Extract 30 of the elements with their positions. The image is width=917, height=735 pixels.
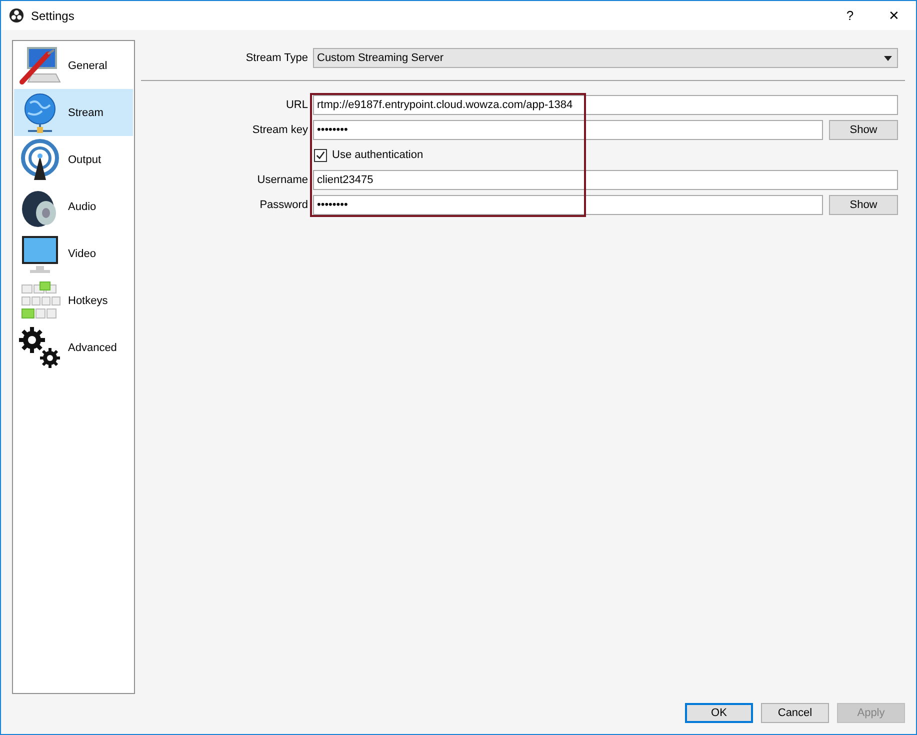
input-field[interactable]: •••••••• xyxy=(313,195,823,215)
sidebar-item[interactable]: Video xyxy=(14,230,133,277)
sidebar-item[interactable]: Output xyxy=(14,136,133,183)
field-label: Stream key xyxy=(251,124,309,136)
checkbox[interactable] xyxy=(314,148,327,162)
field-label: Username xyxy=(256,174,309,186)
caret-icon xyxy=(884,56,892,60)
broadcast-antenna-icon xyxy=(18,138,62,182)
help-button[interactable]: ? xyxy=(828,1,872,30)
app-logo-icon xyxy=(9,8,24,23)
field-label: URL xyxy=(284,99,309,111)
input-field[interactable]: •••••••• xyxy=(313,120,823,140)
sidebar-item[interactable]: Advanced xyxy=(14,324,133,371)
sidebar-item[interactable]: General xyxy=(14,42,133,89)
input-field[interactable]: rtmp://e9187f.entrypoint.cloud.wowza.com/app-1384 xyxy=(313,95,898,115)
window-title: Settings xyxy=(31,8,74,22)
field-label: Stream Type xyxy=(244,52,308,64)
field-label: Password xyxy=(258,199,309,211)
show-button[interactable]: Show xyxy=(829,120,898,140)
close-button[interactable]: ✕ xyxy=(872,1,916,30)
checkbox-label: Use authentication xyxy=(332,149,424,161)
input-field[interactable]: client23475 xyxy=(313,170,898,190)
sidebar-item[interactable]: Hotkeys xyxy=(14,277,133,324)
dialog-button[interactable]: OK xyxy=(685,703,753,723)
show-button[interactable]: Show xyxy=(829,195,898,215)
dialog-button[interactable]: Cancel xyxy=(761,703,829,723)
gears-icon xyxy=(18,326,62,370)
sidebar-item[interactable]: Audio xyxy=(14,183,133,230)
stream-type-dropdown[interactable]: Custom Streaming Server xyxy=(313,48,898,68)
sidebar-item[interactable]: Stream xyxy=(14,89,133,136)
